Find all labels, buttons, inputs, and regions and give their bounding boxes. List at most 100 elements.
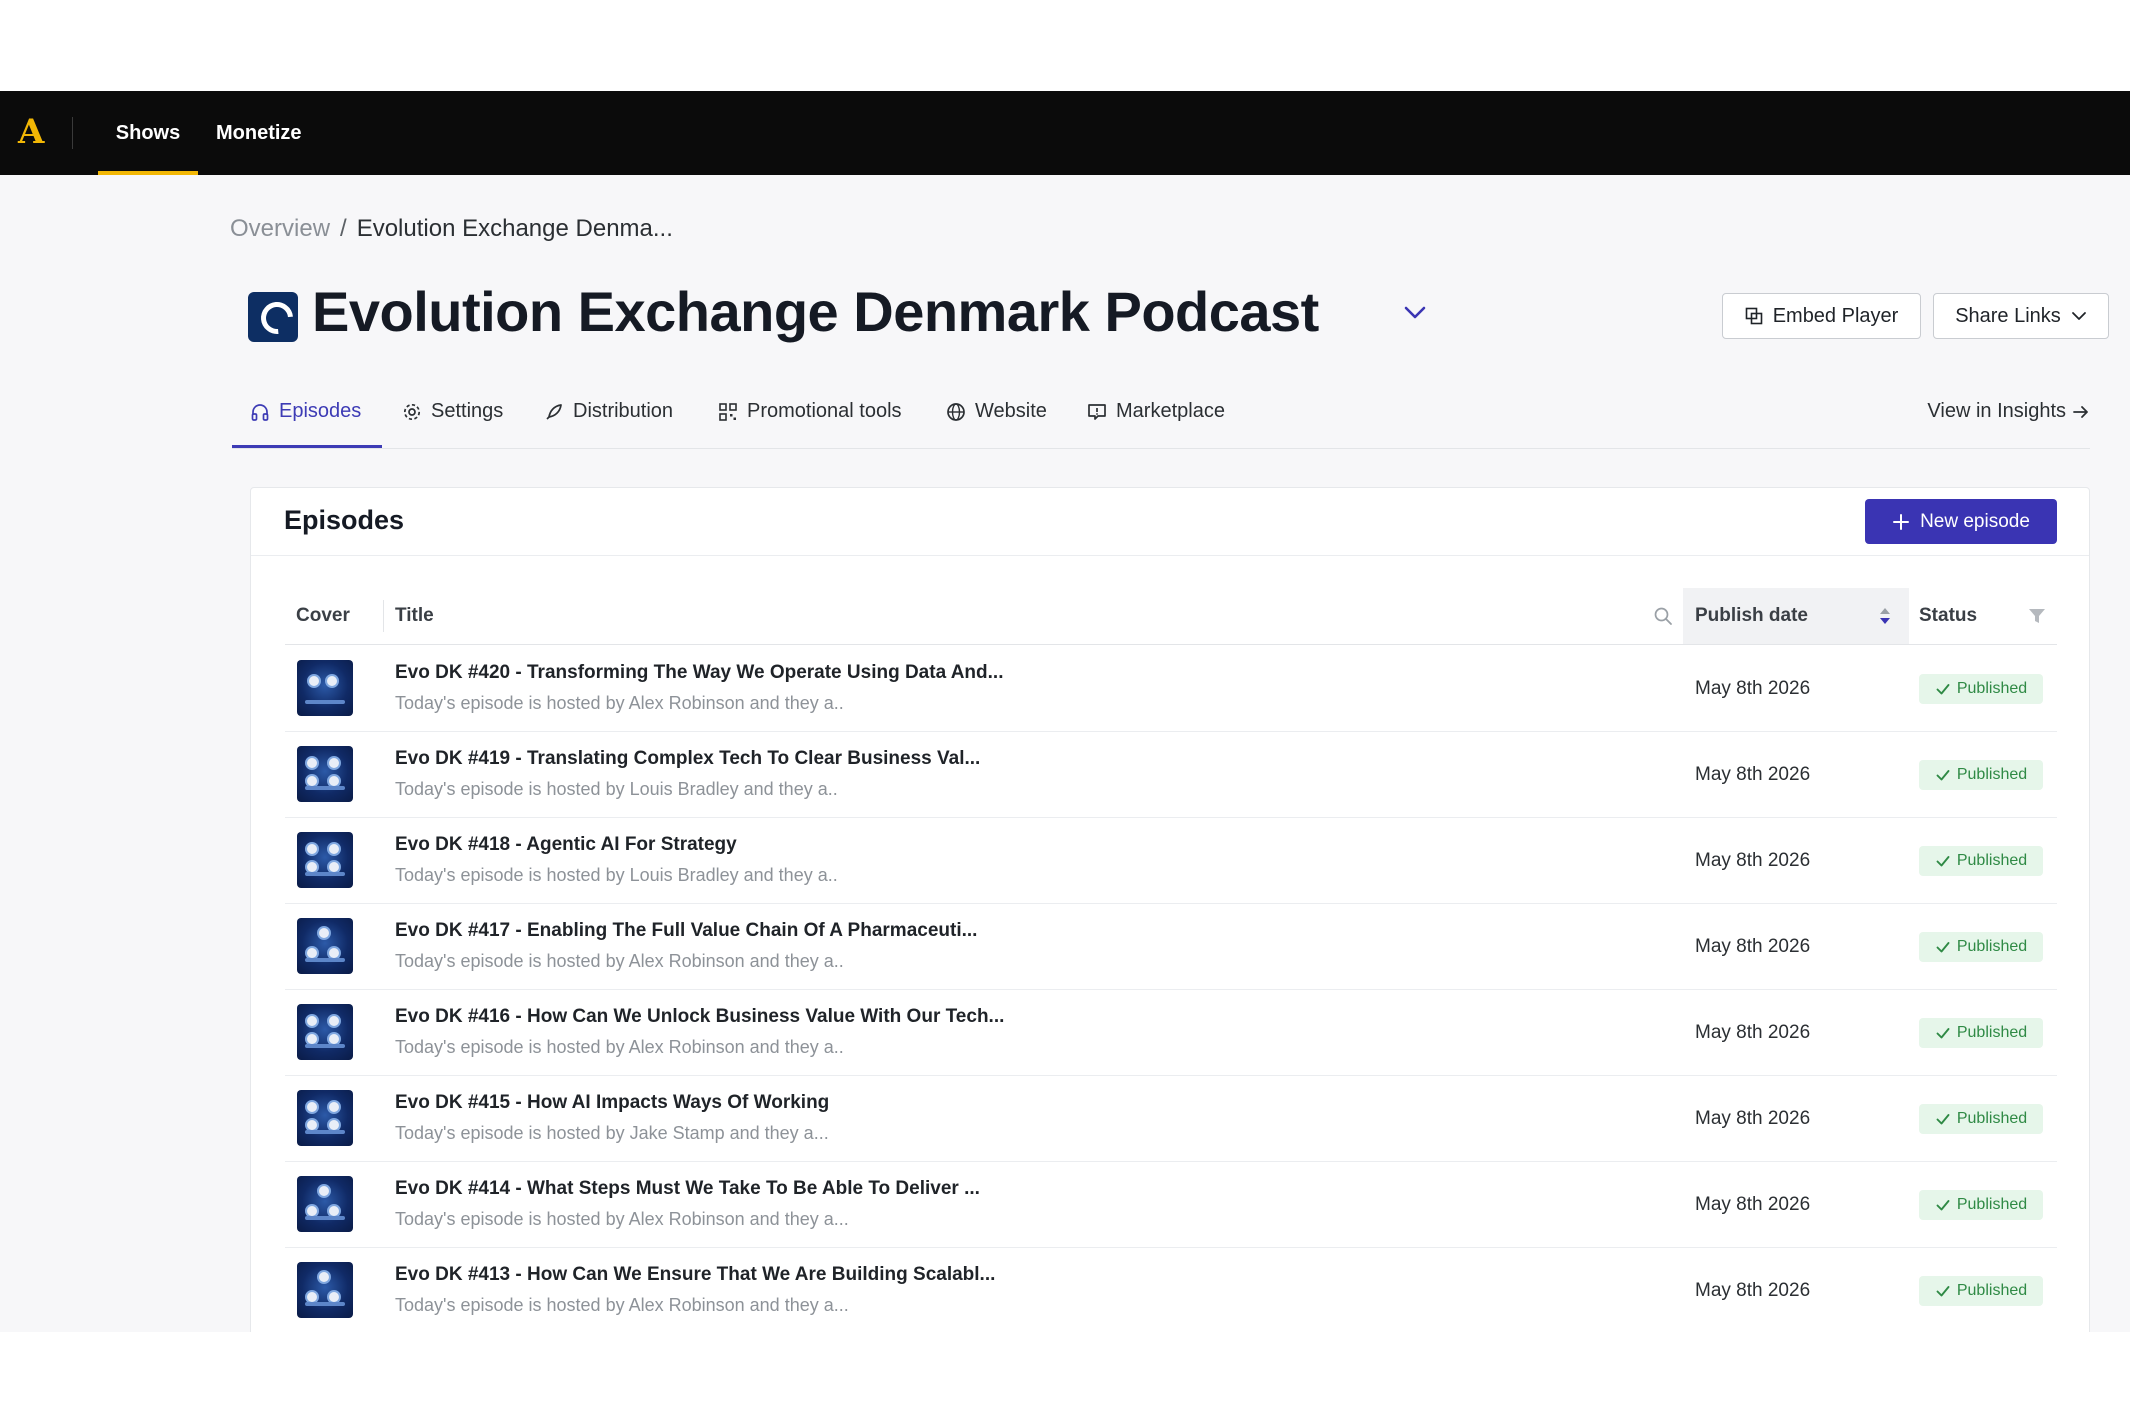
tab-active-indicator xyxy=(232,445,382,448)
episode-publish-date: May 8th 2026 xyxy=(1695,1194,1811,1215)
table-row[interactable]: Evo DK #416 - How Can We Unlock Business… xyxy=(285,990,2057,1076)
status-badge: Published xyxy=(1919,846,2043,876)
episode-publish-date: May 8th 2026 xyxy=(1695,1108,1811,1129)
episode-description: Today's episode is hosted by Alex Robins… xyxy=(395,693,844,713)
table-row[interactable]: Evo DK #418 - Agentic AI For Strategy Tod… xyxy=(285,818,2057,904)
new-episode-button[interactable]: New episode xyxy=(1865,499,2057,544)
episode-title[interactable]: Evo DK #413 - How Can We Ensure That We … xyxy=(395,1264,995,1286)
check-icon xyxy=(1936,1028,1950,1039)
status-label: Published xyxy=(1956,1196,2028,1213)
breadcrumb: Overview / Evolution Exchange Denma... xyxy=(230,215,673,243)
table-row[interactable]: Evo DK #417 - Enabling The Full Value Ch… xyxy=(285,904,2057,990)
column-status: Status xyxy=(1919,605,1978,626)
episode-publish-date: May 8th 2026 xyxy=(1695,936,1811,957)
check-icon xyxy=(1936,1200,1950,1211)
episode-cover xyxy=(297,918,353,974)
episode-title[interactable]: Evo DK #414 - What Steps Must We Take To… xyxy=(395,1178,980,1200)
tab-settings[interactable]: Settings xyxy=(402,391,503,447)
show-tabs: Episodes Settings Distribution Promotion… xyxy=(232,391,2090,449)
table-row[interactable]: Evo DK #420 - Transforming The Way We Op… xyxy=(285,646,2057,732)
column-publish-date[interactable]: Publish date xyxy=(1695,588,1808,644)
status-label: Published xyxy=(1956,766,2028,783)
sort-icon[interactable] xyxy=(1877,604,1893,628)
table-header: Cover Title Publish date Status xyxy=(285,588,2057,645)
tab-marketplace-label: Marketplace xyxy=(1116,400,1225,422)
table-row[interactable]: Evo DK #415 - How AI Impacts Ways Of Wor… xyxy=(285,1076,2057,1162)
episode-publish-date: May 8th 2026 xyxy=(1695,1022,1811,1043)
episode-title[interactable]: Evo DK #419 - Translating Complex Tech T… xyxy=(395,748,980,770)
status-badge: Published xyxy=(1919,1276,2043,1306)
embed-icon xyxy=(1745,307,1762,325)
brand-logo[interactable]: A xyxy=(18,115,48,149)
episode-publish-date: May 8th 2026 xyxy=(1695,764,1811,785)
new-episode-label: New episode xyxy=(1920,510,2030,532)
chevron-down-icon[interactable] xyxy=(1402,299,1428,325)
qr-code-icon xyxy=(719,403,737,421)
episode-title[interactable]: Evo DK #417 - Enabling The Full Value Ch… xyxy=(395,920,977,942)
view-in-insights-link[interactable]: View in Insights xyxy=(1927,400,2090,423)
tab-episodes-label: Episodes xyxy=(279,400,362,422)
breadcrumb-separator: / xyxy=(340,215,347,242)
episode-cover xyxy=(297,832,353,888)
episodes-heading: Episodes xyxy=(284,505,405,535)
tab-website[interactable]: Website xyxy=(946,391,1047,447)
column-divider xyxy=(383,600,384,632)
breadcrumb-current: Evolution Exchange Denma... xyxy=(356,215,673,242)
tab-settings-label: Settings xyxy=(431,400,504,422)
status-label: Published xyxy=(1956,1110,2028,1127)
episode-cover xyxy=(297,1262,353,1318)
page-title: Evolution Exchange Denmark Podcast xyxy=(312,280,1319,343)
top-nav: A Shows Monetize xyxy=(0,91,2130,175)
tab-distribution[interactable]: Distribution xyxy=(544,391,673,447)
embed-player-button[interactable]: Embed Player xyxy=(1722,293,1921,339)
status-badge: Published xyxy=(1919,932,2043,962)
nav-divider xyxy=(72,117,73,149)
tab-marketplace[interactable]: Marketplace xyxy=(1087,391,1225,447)
tab-distribution-label: Distribution xyxy=(573,400,674,422)
marketplace-icon xyxy=(1088,404,1106,420)
table-row[interactable]: Evo DK #419 - Translating Complex Tech T… xyxy=(285,732,2057,818)
tab-episodes[interactable]: Episodes xyxy=(250,391,361,447)
episode-title[interactable]: Evo DK #418 - Agentic AI For Strategy xyxy=(395,834,737,856)
arrow-right-icon xyxy=(2073,405,2088,418)
app-frame: A Shows Monetize Overview / Evolution Exch… xyxy=(0,91,2130,1332)
episode-description: Today's episode is hosted by Louis Bradl… xyxy=(395,865,838,885)
table-row[interactable]: Evo DK #413 - How Can We Ensure That We … xyxy=(285,1248,2057,1332)
status-badge: Published xyxy=(1919,1190,2043,1220)
episode-title[interactable]: Evo DK #415 - How AI Impacts Ways Of Wor… xyxy=(395,1092,829,1114)
share-links-label: Share Links xyxy=(1955,304,2061,327)
episode-title[interactable]: Evo DK #416 - How Can We Unlock Business… xyxy=(395,1006,1004,1028)
check-icon xyxy=(1936,856,1950,867)
nav-monetize[interactable]: Monetize xyxy=(216,91,302,175)
episode-cover xyxy=(297,746,353,802)
episode-description: Today's episode is hosted by Louis Bradl… xyxy=(395,779,838,799)
tab-promotional-tools[interactable]: Promotional tools xyxy=(718,391,902,447)
search-icon[interactable] xyxy=(1653,606,1673,626)
check-icon xyxy=(1936,684,1950,695)
share-links-button[interactable]: Share Links xyxy=(1933,293,2109,339)
breadcrumb-overview[interactable]: Overview xyxy=(230,215,330,242)
filter-icon[interactable] xyxy=(2027,606,2047,626)
episode-publish-date: May 8th 2026 xyxy=(1695,678,1811,699)
episode-description: Today's episode is hosted by Jake Stamp … xyxy=(395,1123,829,1143)
check-icon xyxy=(1936,1114,1950,1125)
episode-publish-date: May 8th 2026 xyxy=(1695,1280,1811,1301)
check-icon xyxy=(1936,770,1950,781)
episode-cover xyxy=(297,1090,353,1146)
tab-website-label: Website xyxy=(975,400,1047,422)
episode-publish-date: May 8th 2026 xyxy=(1695,850,1811,871)
episode-title[interactable]: Evo DK #420 - Transforming The Way We Op… xyxy=(395,662,1003,684)
status-label: Published xyxy=(1956,1282,2028,1299)
plus-icon xyxy=(1893,513,1910,530)
chevron-down-icon xyxy=(2071,312,2086,320)
episodes-card: Episodes New episode Cover Title Publish… xyxy=(250,487,2090,1332)
nav-active-indicator xyxy=(98,171,198,175)
status-badge: Published xyxy=(1919,674,2043,704)
status-label: Published xyxy=(1956,938,2028,955)
column-title: Title xyxy=(395,605,434,626)
nav-shows[interactable]: Shows xyxy=(98,91,198,175)
episodes-card-header: Episodes New episode xyxy=(251,488,2089,556)
status-badge: Published xyxy=(1919,1104,2043,1134)
table-row[interactable]: Evo DK #414 - What Steps Must We Take To… xyxy=(285,1162,2057,1248)
status-label: Published xyxy=(1956,680,2028,697)
